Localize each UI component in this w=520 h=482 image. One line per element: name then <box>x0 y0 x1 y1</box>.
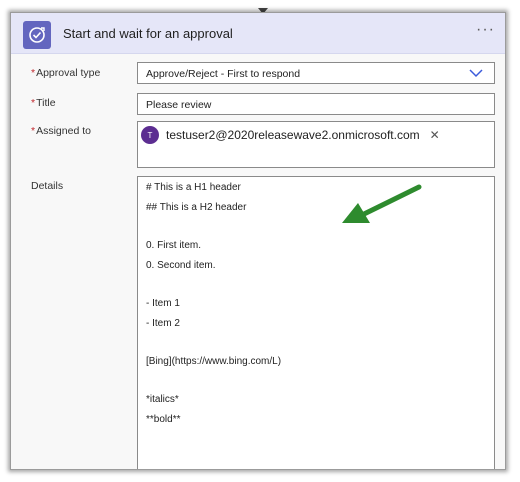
approval-type-label: *Approval type <box>31 67 100 79</box>
details-line: - Item 1 <box>146 298 180 309</box>
card-title: Start and wait for an approval <box>63 26 233 41</box>
title-label: *Title <box>31 97 56 109</box>
title-value: Please review <box>146 99 212 111</box>
details-line: # This is a H1 header <box>146 182 241 193</box>
approval-action-card: Start and wait for an approval ··· *Appr… <box>10 12 506 470</box>
details-line: ## This is a H2 header <box>146 202 247 213</box>
required-marker: * <box>31 97 36 109</box>
card-header[interactable]: Start and wait for an approval ··· <box>11 13 505 54</box>
arrow-icon <box>336 181 426 236</box>
details-line: [Bing](https://www.bing.com/L) <box>146 356 282 367</box>
approval-type-value: Approve/Reject - First to respond <box>146 68 301 80</box>
title-input[interactable]: Please review <box>137 93 495 115</box>
details-line: 0. First item. <box>146 240 202 251</box>
assigned-to-label-text: Assigned to <box>36 125 91 137</box>
close-icon[interactable]: ✕ <box>430 128 440 142</box>
approval-type-label-text: Approval type <box>36 67 101 79</box>
details-line: 0. Second item. <box>146 260 216 271</box>
details-textarea[interactable]: # This is a H1 header ## This is a H2 he… <box>137 176 495 469</box>
user-chip: T testuser2@2020releasewave2.onmicrosoft… <box>141 125 440 145</box>
chevron-down-icon[interactable] <box>468 65 484 84</box>
required-marker: * <box>31 125 36 137</box>
approval-icon <box>23 21 51 49</box>
avatar: T <box>141 126 159 144</box>
user-email: testuser2@2020releasewave2.onmicrosoft.c… <box>166 128 420 142</box>
required-marker: * <box>31 67 36 79</box>
more-options-button[interactable]: ··· <box>476 22 495 38</box>
assigned-to-input[interactable]: T testuser2@2020releasewave2.onmicrosoft… <box>137 121 495 168</box>
details-line: *italics* <box>146 394 179 405</box>
approval-type-dropdown[interactable]: Approve/Reject - First to respond <box>137 62 495 84</box>
title-label-text: Title <box>36 97 56 109</box>
details-label: Details <box>31 180 64 192</box>
details-line: **bold** <box>146 414 181 425</box>
assigned-to-label: *Assigned to <box>31 125 91 137</box>
details-line: - Item 2 <box>146 318 180 329</box>
